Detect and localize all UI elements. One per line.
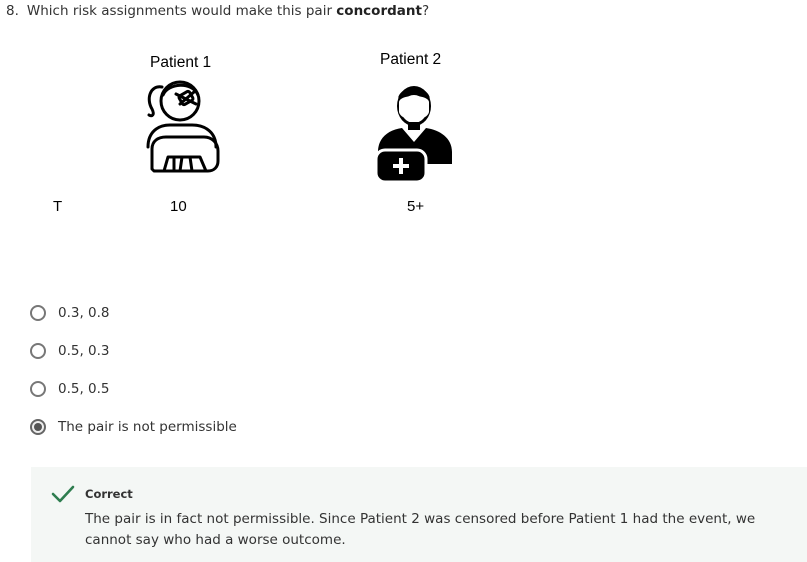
feedback-status: Correct [85, 487, 133, 501]
radio-button[interactable] [30, 305, 46, 321]
feedback-panel: Correct The pair is in fact not permissi… [31, 467, 807, 562]
row-label-t: T [53, 198, 63, 215]
option-3[interactable]: 0.5, 0.5 [30, 378, 237, 400]
option-label: 0.5, 0.3 [58, 343, 110, 359]
option-4[interactable]: The pair is not permissible [30, 416, 237, 438]
option-1[interactable]: 0.3, 0.8 [30, 302, 237, 324]
female-patient-arm-sling-icon [140, 77, 222, 181]
question-text-start: Which risk assignments would make this p… [26, 3, 337, 19]
question-text: 8. Which risk assignments would make this… [6, 3, 429, 19]
patient-2-time: 5+ [407, 198, 425, 215]
radio-dot [34, 423, 42, 431]
patient-1-time: 10 [170, 198, 187, 215]
question-text-bold: concordant [336, 3, 422, 19]
option-label: The pair is not permissible [58, 419, 237, 435]
male-patient-arm-sling-icon [372, 80, 456, 188]
checkmark-icon [51, 484, 75, 508]
patient-1-label: Patient 1 [150, 54, 212, 71]
question-number: 8. [6, 3, 19, 19]
option-label: 0.3, 0.8 [58, 305, 110, 321]
radio-button[interactable] [30, 343, 46, 359]
feedback-explanation: The pair is in fact not permissible. Sin… [85, 511, 756, 548]
option-label: 0.5, 0.5 [58, 381, 110, 397]
answer-options: 0.3, 0.8 0.5, 0.3 0.5, 0.5 The pair is n… [30, 302, 237, 454]
radio-button-selected[interactable] [30, 419, 46, 435]
question-text-end: ? [421, 3, 430, 19]
patient-2-label: Patient 2 [380, 51, 442, 68]
option-2[interactable]: 0.5, 0.3 [30, 340, 237, 362]
radio-button[interactable] [30, 381, 46, 397]
